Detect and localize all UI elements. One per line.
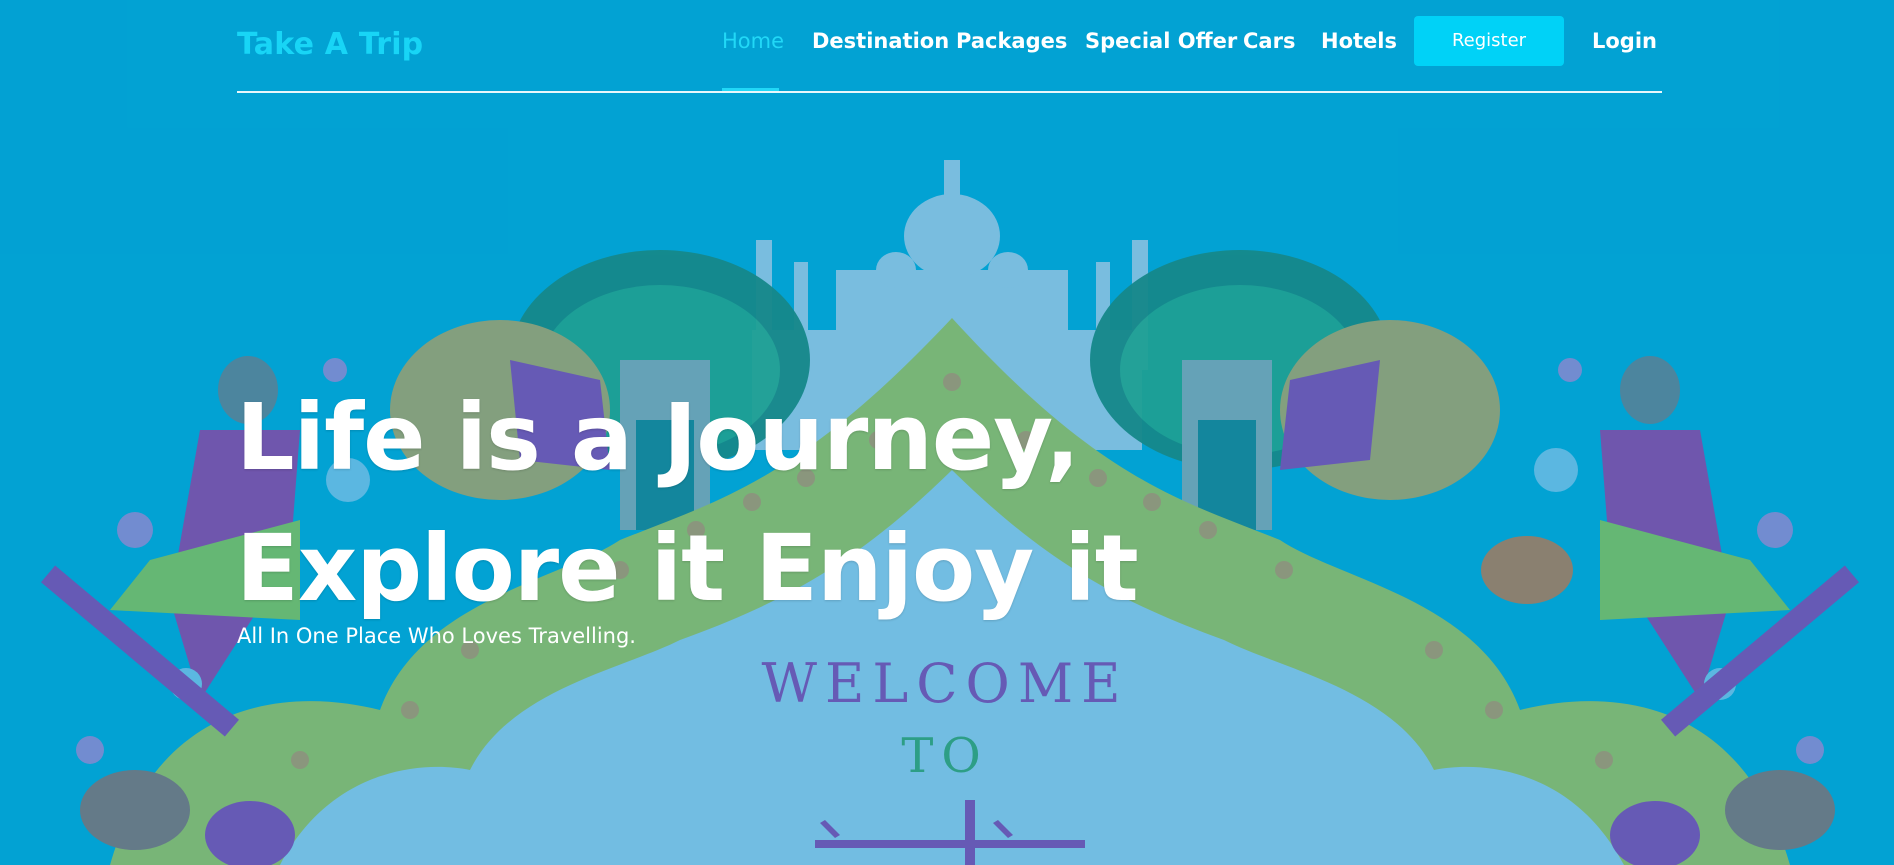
nav-packages[interactable]: Packages bbox=[956, 29, 1067, 53]
landing-page: WELCOME TO Take A Trip Home Destination … bbox=[0, 0, 1894, 865]
brand-logo[interactable]: Take A Trip bbox=[237, 27, 423, 62]
login-link[interactable]: Login bbox=[1592, 29, 1657, 53]
nav-hotels[interactable]: Hotels bbox=[1321, 29, 1397, 53]
nav-active-indicator bbox=[722, 88, 779, 91]
nav-destination[interactable]: Destination bbox=[812, 29, 949, 53]
hero-subtitle: All In One Place Who Loves Travelling. bbox=[237, 624, 636, 648]
hero-title-line-2: Explore it Enjoy it bbox=[236, 515, 1139, 622]
navbar: Take A Trip Home Destination Packages Sp… bbox=[237, 0, 1662, 93]
hero-title-line-1: Life is a Journey, bbox=[236, 384, 1080, 491]
hero-title: Life is a Journey, Explore it Enjoy it bbox=[236, 372, 1139, 634]
nav-home[interactable]: Home bbox=[722, 29, 784, 53]
register-button[interactable]: Register bbox=[1414, 16, 1564, 66]
nav-cars[interactable]: Cars bbox=[1243, 29, 1295, 53]
nav-special-offer[interactable]: Special Offer bbox=[1085, 29, 1237, 53]
